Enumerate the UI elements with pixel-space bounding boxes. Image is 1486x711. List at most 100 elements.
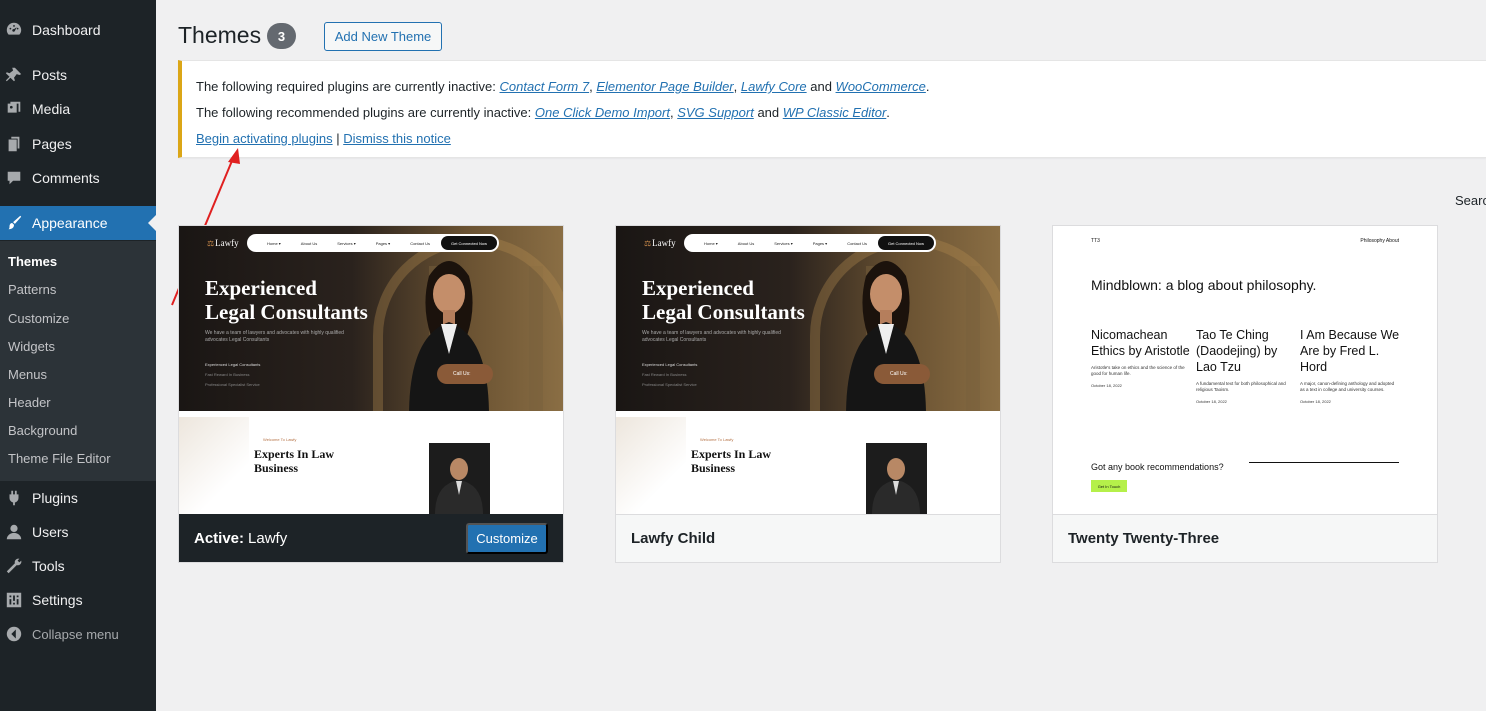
- theme-screenshot[interactable]: TT3 Philosophy About Mindblown: a blog a…: [1053, 226, 1437, 514]
- preview-experts-line: Experts In Law: [691, 447, 772, 461]
- submenu-item-background[interactable]: Background: [8, 423, 77, 438]
- preview-lawyer-image: [866, 443, 927, 514]
- collapse-menu-label: Collapse menu: [32, 626, 119, 642]
- recommended-plugins-line: The following recommended plugins are cu…: [196, 105, 890, 120]
- sidebar-item-dashboard[interactable]: Dashboard: [0, 13, 156, 47]
- customize-button[interactable]: Customize: [466, 523, 548, 554]
- preview-post: I Am Because We Are by Fred L. Hord A ma…: [1300, 327, 1400, 404]
- dismiss-notice-link[interactable]: Dismiss this notice: [343, 131, 451, 146]
- preview-diagonal: [179, 417, 249, 514]
- plugin-link-svg-support[interactable]: SVG Support: [677, 105, 754, 120]
- preview-bullet: Fast Reward In Business: [205, 372, 250, 377]
- theme-screenshot[interactable]: Lawfy Home ▾ About Us Services ▾ Pages ▾…: [616, 226, 1000, 514]
- theme-name: Twenty Twenty-Three: [1068, 530, 1220, 547]
- theme-name: Lawfy Child: [631, 530, 716, 547]
- theme-card-lawfy-child[interactable]: Lawfy Home ▾ About Us Services ▾ Pages ▾…: [615, 225, 1001, 563]
- sidebar-item-label: Tools: [32, 558, 65, 574]
- preview-lawyer-image: [429, 443, 490, 514]
- separator: ,: [733, 79, 741, 94]
- sidebar-item-label: Comments: [32, 170, 100, 186]
- preview-logo: Lawfy: [207, 238, 239, 248]
- pin-icon: [4, 65, 24, 85]
- sidebar-item-tools[interactable]: Tools: [0, 549, 156, 583]
- sidebar-item-plugins[interactable]: Plugins: [0, 481, 156, 515]
- separator: |: [332, 131, 344, 146]
- preview-nav-item: About Us: [300, 240, 318, 246]
- preview-nav-item: Services ▾: [774, 240, 793, 246]
- preview-experts: Experts In Law Business: [691, 447, 771, 475]
- theme-card-twenty-twenty-three[interactable]: TT3 Philosophy About Mindblown: a blog a…: [1052, 225, 1438, 563]
- sidebar-item-appearance[interactable]: Appearance: [0, 206, 156, 240]
- preview-nav-item: Home ▾: [267, 240, 281, 246]
- preview-post-excerpt: A fundamental text for both philosophica…: [1196, 381, 1286, 392]
- preview-hero: Lawfy Home ▾ About Us Services ▾ Pages ▾…: [179, 226, 563, 411]
- appearance-submenu: Themes Patterns Customize Widgets Menus …: [0, 241, 156, 481]
- preview-blog-title: Mindblown: a blog about philosophy.: [1091, 277, 1317, 293]
- submenu-item-patterns[interactable]: Patterns: [8, 282, 56, 297]
- separator: .: [925, 79, 930, 94]
- preview-nav: Philosophy About: [1360, 238, 1399, 244]
- preview-welcome: Welcome To Lawfy: [263, 437, 297, 442]
- preview-experts-line: Business: [691, 461, 736, 475]
- plugin-link-woocommerce[interactable]: WooCommerce: [836, 79, 926, 94]
- submenu-item-theme-file-editor[interactable]: Theme File Editor: [8, 451, 111, 466]
- preview-nav-item: Contact Us: [847, 240, 867, 246]
- plugin-link-contact-form-7[interactable]: Contact Form 7: [500, 79, 590, 94]
- theme-footer-active: Active: Lawfy Customize: [179, 514, 563, 562]
- active-label: Active:: [194, 529, 245, 547]
- preview-callus: Call Us:: [437, 364, 493, 384]
- submenu-item-widgets[interactable]: Widgets: [8, 339, 55, 354]
- preview-bullet: Professional Specialist Service: [642, 382, 697, 387]
- separator: and: [753, 105, 783, 120]
- preview-post: Nicomachean Ethics by Aristotle Aristotl…: [1091, 327, 1191, 388]
- submenu-item-menus[interactable]: Menus: [8, 367, 47, 382]
- preview-post-date: October 18, 2022: [1196, 399, 1227, 404]
- submenu-item-customize[interactable]: Customize: [8, 311, 69, 326]
- preview-person-image: [846, 261, 926, 411]
- sidebar-item-posts[interactable]: Posts: [0, 58, 156, 92]
- preview-bullet: Experienced Legal Consultants: [205, 362, 261, 367]
- sidebar-item-label: Pages: [32, 136, 72, 152]
- collapse-menu-button[interactable]: Collapse menu: [0, 617, 156, 651]
- preview-site-title: TT3: [1091, 238, 1100, 244]
- preview-headline-line: Experienced: [205, 276, 317, 300]
- preview-nav-item: About Us: [737, 240, 755, 246]
- plugin-link-wp-classic-editor[interactable]: WP Classic Editor: [783, 105, 887, 120]
- search-themes-label[interactable]: Search: [1455, 193, 1486, 208]
- plugin-link-lawfy-core[interactable]: Lawfy Core: [741, 79, 807, 94]
- sidebar-item-pages[interactable]: Pages: [0, 127, 156, 161]
- preview-bullet: Fast Reward In Business: [642, 372, 687, 377]
- preview-question: Got any book recommendations?: [1091, 462, 1224, 472]
- sidebar-item-users[interactable]: Users: [0, 515, 156, 549]
- collapse-icon: [4, 624, 24, 644]
- preview-diagonal: [616, 417, 686, 514]
- submenu-item-header[interactable]: Header: [8, 395, 51, 410]
- theme-footer: Lawfy Child: [616, 514, 1000, 562]
- sidebar-item-label: Posts: [32, 67, 68, 83]
- preview-experts-line: Business: [254, 461, 299, 475]
- admin-sidebar: Dashboard Posts Media Pages Comments App…: [0, 0, 156, 711]
- preview-experts-line: Experts In Law: [254, 447, 335, 461]
- theme-screenshot[interactable]: Lawfy Home ▾ About Us Services ▾ Pages ▾…: [179, 226, 563, 514]
- preview-post-title: Nicomachean Ethics by Aristotle: [1091, 328, 1190, 358]
- sidebar-item-settings[interactable]: Settings: [0, 583, 156, 617]
- preview-nav-item: Pages ▾: [812, 240, 828, 246]
- user-icon: [4, 522, 24, 542]
- preview-nav-item: Services ▾: [337, 240, 356, 246]
- sidebar-item-comments[interactable]: Comments: [0, 161, 156, 195]
- preview-experts: Experts In Law Business: [254, 447, 334, 475]
- theme-card-lawfy[interactable]: Lawfy Home ▾ About Us Services ▾ Pages ▾…: [178, 225, 564, 563]
- add-new-theme-button[interactable]: Add New Theme: [324, 22, 442, 51]
- preview-post-date: October 18, 2022: [1091, 383, 1122, 388]
- sidebar-item-media[interactable]: Media: [0, 92, 156, 126]
- theme-count-badge: 3: [267, 23, 296, 49]
- separator: and: [806, 79, 836, 94]
- preview-headline-line: Legal Consultants: [205, 300, 368, 324]
- sidebar-item-label: Media: [32, 101, 71, 117]
- submenu-item-themes[interactable]: Themes: [8, 254, 57, 269]
- sidebar-item-label: Dashboard: [32, 22, 101, 38]
- preview-post-excerpt: Aristotle's take on ethics and the scien…: [1091, 365, 1185, 376]
- plugin-link-one-click-demo-import[interactable]: One Click Demo Import: [535, 105, 670, 120]
- plugin-link-elementor[interactable]: Elementor Page Builder: [596, 79, 733, 94]
- sidebar-item-label: Users: [32, 524, 69, 540]
